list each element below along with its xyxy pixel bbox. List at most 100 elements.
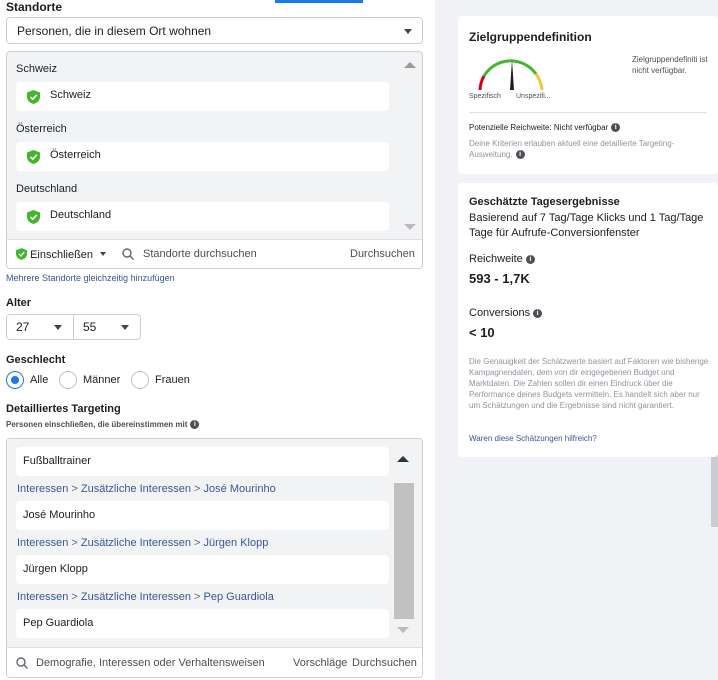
targeting-form: Standorte Personen, die in diesem Ort wo… <box>0 0 430 680</box>
info-icon[interactable]: i <box>611 123 621 133</box>
criteria-note-text: Deine Kriterien erlauben aktuell eine de… <box>469 139 675 159</box>
shield-check-icon <box>27 210 40 224</box>
location-group-label: Deutschland <box>16 183 78 195</box>
age-heading: Alter <box>6 297 32 309</box>
targeting-item[interactable]: Jürgen Klopp <box>16 555 389 584</box>
location-item[interactable]: Schweiz <box>16 82 389 111</box>
targeting-item-label: Pep Guardiola <box>23 617 94 629</box>
location-group-label: Schweiz <box>16 63 57 75</box>
targeting-item-label: José Mourinho <box>23 509 96 521</box>
gender-radio-men[interactable] <box>59 371 77 389</box>
crumb-part[interactable]: Interessen <box>17 537 68 549</box>
targeting-search-button[interactable]: Durchsuchen <box>352 657 417 669</box>
location-item-label: Schweiz <box>50 89 91 101</box>
crumb-part[interactable]: Zusätzliche Interessen <box>81 537 191 549</box>
reach-label: Reichweite i <box>469 253 535 265</box>
gauge-label-left: Spezifisch <box>469 93 501 100</box>
active-tab-indicator <box>275 0 363 3</box>
shield-check-icon <box>16 248 27 260</box>
crumb-part[interactable]: Interessen <box>17 483 68 495</box>
targeting-breadcrumb: Interessen > Zusätzliche Interessen > Jü… <box>17 537 269 549</box>
crumb-part[interactable]: Jürgen Klopp <box>204 537 269 549</box>
search-icon <box>122 248 134 260</box>
gender-label-women: Frauen <box>155 374 190 386</box>
scroll-down-arrow[interactable] <box>397 627 409 633</box>
location-item[interactable]: Deutschland <box>16 202 389 231</box>
gender-heading: Geschlecht <box>6 354 66 366</box>
reach-value: 593 - 1,7K <box>469 271 530 286</box>
age-min-value: 27 <box>16 320 30 334</box>
include-dropdown[interactable]: Einschließen <box>16 248 107 261</box>
chevron-down-icon <box>100 252 107 256</box>
targeting-breadcrumb: Interessen > Zusätzliche Interessen > Jo… <box>17 483 276 495</box>
shield-check-icon <box>27 150 40 164</box>
conversions-label-text: Conversions <box>469 307 531 319</box>
locations-heading: Standorte <box>6 0 63 14</box>
age-max-value: 55 <box>83 320 97 334</box>
gender-radio-women[interactable] <box>131 371 149 389</box>
location-search-bar: Einschließen Standorte durchsuchen Durch… <box>7 239 422 268</box>
targeting-item-label: Fußballtrainer <box>23 455 91 467</box>
age-max-select[interactable]: 55 <box>73 314 141 340</box>
audience-unavailable-text: Zielgruppendefiniti ist nicht verfügbar. <box>632 55 708 75</box>
scrollbar-thumb[interactable] <box>394 483 414 619</box>
suggestions-button[interactable]: Vorschläge <box>293 657 347 669</box>
targeting-item[interactable]: José Mourinho <box>16 501 389 530</box>
crumb-part[interactable]: Zusätzliche Interessen <box>81 591 191 603</box>
chevron-down-icon <box>121 325 129 330</box>
estimates-title: Geschätzte Tagesergebnisse <box>469 196 620 208</box>
conversions-label: Conversions i <box>469 307 543 319</box>
shield-check-icon <box>27 90 40 104</box>
panel-scrollbar[interactable] <box>711 455 718 527</box>
reach-label-text: Reichweite <box>469 253 523 265</box>
info-icon[interactable]: i <box>533 308 543 318</box>
search-icon <box>16 657 28 669</box>
gauge-label-right: Unspezifi... <box>516 93 551 100</box>
gender-radio-all[interactable] <box>6 371 24 389</box>
divider <box>469 112 707 113</box>
location-group-label: Österreich <box>16 123 67 135</box>
audience-card-title: Zielgruppendefinition <box>469 30 592 44</box>
scroll-up-arrow[interactable] <box>404 62 416 68</box>
audience-definition-card: Zielgruppendefinition Spezifisch Unspezi… <box>458 16 718 174</box>
criteria-note: Deine Kriterien erlauben aktuell eine de… <box>469 138 707 160</box>
crumb-part[interactable]: Zusätzliche Interessen <box>81 483 191 495</box>
targeting-item[interactable]: Fußballtrainer <box>16 447 389 476</box>
location-item-label: Deutschland <box>50 209 112 221</box>
targeting-search-bar: Demografie, Interessen oder Verhaltenswe… <box>7 647 422 677</box>
targeting-item-label: Jürgen Klopp <box>23 563 88 575</box>
crumb-part[interactable]: Interessen <box>17 591 68 603</box>
detailed-targeting-heading: Detailliertes Targeting <box>6 403 121 415</box>
detailed-targeting-subheading-text: Personen einschließen, die übereinstimme… <box>6 420 188 429</box>
targeting-breadcrumb: Interessen > Zusätzliche Interessen > Pe… <box>17 591 274 603</box>
location-item[interactable]: Österreich <box>16 142 389 171</box>
chevron-down-icon <box>54 325 62 330</box>
targeting-search-input[interactable]: Demografie, Interessen oder Verhaltenswe… <box>36 657 265 669</box>
targeting-item[interactable]: Pep Guardiola <box>16 609 389 638</box>
location-search-input[interactable]: Standorte durchsuchen <box>143 248 257 260</box>
gender-label-men: Männer <box>83 374 121 386</box>
estimates-basis: Basierend auf 7 Tag/Tage Klicks und 1 Ta… <box>469 212 704 239</box>
info-icon[interactable]: i <box>515 150 525 160</box>
detailed-targeting-subheading: Personen einschließen, die übereinstimme… <box>6 420 200 430</box>
location-search-button[interactable]: Durchsuchen <box>350 248 415 260</box>
estimates-disclaimer: Die Genauigkeit der Schätzwerte basiert … <box>469 357 709 410</box>
gender-label-all: Alle <box>30 374 49 386</box>
info-icon[interactable]: i <box>190 420 200 430</box>
location-mode-dropdown[interactable]: Personen, die in diesem Ort wohnen <box>6 17 423 44</box>
conversions-value: < 10 <box>469 325 495 340</box>
chevron-down-icon <box>404 29 412 34</box>
crumb-part[interactable]: Pep Guardiola <box>204 591 274 603</box>
estimated-results-card: Geschätzte Tagesergebnisse Basierend auf… <box>458 183 718 457</box>
location-mode-value: Personen, die in diesem Ort wohnen <box>17 24 212 38</box>
bulk-locations-link[interactable]: Mehrere Standorte gleichzeitig hinzufüge… <box>6 273 175 283</box>
potential-reach: Potenzielle Reichweite: Nicht verfügbar i <box>469 123 621 133</box>
audience-gauge <box>478 59 544 91</box>
scroll-down-arrow[interactable] <box>404 224 416 230</box>
crumb-part[interactable]: José Mourinho <box>204 483 276 495</box>
info-icon[interactable]: i <box>525 254 535 264</box>
age-min-select[interactable]: 27 <box>6 314 74 340</box>
estimates-feedback-link[interactable]: Waren diese Schätzungen hilfreich? <box>469 434 597 443</box>
scroll-up-arrow[interactable] <box>397 456 409 462</box>
potential-reach-text: Potenzielle Reichweite: Nicht verfügbar <box>469 123 609 132</box>
